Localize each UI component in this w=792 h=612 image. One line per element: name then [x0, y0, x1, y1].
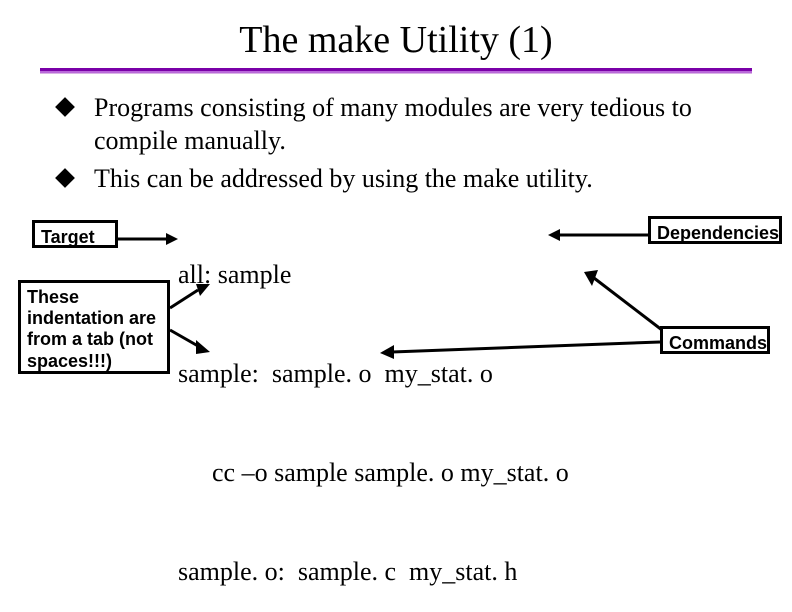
bullet-icon: [55, 97, 75, 117]
callout-target: Target: [32, 220, 118, 248]
arrow-commands-up: [584, 272, 664, 332]
callout-dependencies: Dependencies: [648, 216, 782, 244]
bullet-item: Programs consisting of many modules are …: [58, 92, 758, 157]
callout-commands: Commands: [660, 326, 770, 354]
bullet-list: Programs consisting of many modules are …: [58, 92, 758, 202]
bullet-text: Programs consisting of many modules are …: [94, 93, 692, 155]
arrow-target: [118, 232, 178, 246]
code-line: sample. o: sample. c my_stat. h: [178, 555, 569, 588]
arrow-dependencies: [548, 228, 648, 242]
arrow-indentation: [170, 290, 210, 354]
slide: The make Utility (1) Programs consisting…: [0, 0, 792, 612]
bullet-icon: [55, 168, 75, 188]
arrow-commands-down: [380, 340, 660, 358]
code-line: cc –o sample sample. o my_stat. o: [178, 456, 569, 489]
makefile-code: all: sample sample: sample. o my_stat. o…: [178, 192, 569, 612]
slide-title: The make Utility (1): [0, 18, 792, 62]
code-line: all: sample: [178, 258, 569, 291]
bullet-text: This can be addressed by using the make …: [94, 164, 593, 193]
callout-indentation: These indentation are from a tab (not sp…: [18, 280, 170, 374]
title-underline: [40, 68, 752, 74]
bullet-item: This can be addressed by using the make …: [58, 163, 758, 196]
code-line: sample: sample. o my_stat. o: [178, 357, 569, 390]
